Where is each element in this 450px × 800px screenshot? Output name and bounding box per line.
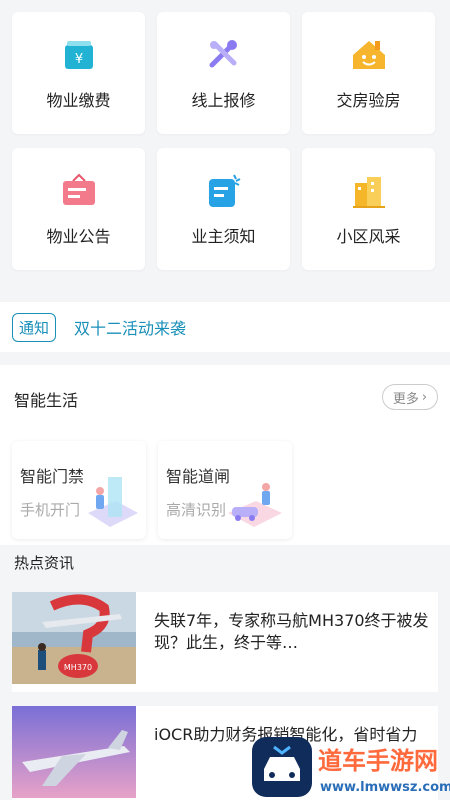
card-subtitle: 手机开门 [20, 501, 81, 519]
card-subtitle: 高清识别 [166, 501, 227, 519]
service-label: 线上报修 [191, 91, 256, 110]
notice-doc-icon [208, 174, 240, 207]
smart-card-access-control[interactable]: 智能门禁 手机开门 [12, 441, 146, 539]
svg-text:¥: ¥ [74, 52, 82, 67]
watermark-url: www.lmwwsz.com [320, 780, 450, 795]
service-tile-repair[interactable]: 线上报修 [157, 12, 290, 134]
service-grid: ¥ 物业缴费 线上报修 交房验房 物业公告 业主须知 小区风采 [0, 12, 450, 270]
service-label: 业主须知 [191, 227, 256, 246]
notice-tag: 通知 [12, 312, 57, 342]
news-thumbnail: MH370 [12, 592, 136, 684]
section-title: 智能生活 [14, 391, 79, 410]
notice-bar[interactable]: 通知 双十二活动来袭 [0, 302, 450, 352]
more-label: 更多 [392, 391, 419, 407]
tools-icon [209, 40, 237, 68]
service-tile-owner-notice[interactable]: 业主须知 [157, 148, 290, 270]
service-label: 小区风采 [336, 227, 401, 246]
service-tile-announcement[interactable]: 物业公告 [12, 148, 145, 270]
news-title: 失联7年，专家称马航MH370终于被发现？此生，终于等… [154, 611, 429, 652]
site-watermark: 道车手游网 www.lmwwsz.com [250, 733, 450, 800]
hot-news-title: 热点资讯 [14, 554, 75, 572]
service-label: 交房验房 [336, 91, 401, 110]
news-thumbnail [12, 706, 136, 798]
service-tile-house-inspection[interactable]: 交房验房 [302, 12, 435, 134]
smart-life-section: 智能生活 更多 › 智能门禁 手机开门 智能道闸 高清识别 [0, 365, 450, 545]
service-tile-community[interactable]: 小区风采 [302, 148, 435, 270]
smart-card-barrier-gate[interactable]: 智能道闸 高清识别 [158, 441, 292, 539]
car-gate-illustration [228, 483, 282, 527]
buildings-icon [352, 177, 385, 208]
news-item[interactable]: MH370 失联7年，专家称马航MH370终于被发现？此生，终于等… [12, 592, 438, 692]
house-smile-icon [352, 41, 385, 69]
chevron-right-icon: › [421, 389, 428, 405]
thumb-text: MH370 [64, 663, 92, 672]
announcement-board-icon [62, 173, 95, 205]
more-button[interactable]: 更多 › [382, 384, 438, 410]
notice-text[interactable]: 双十二活动来袭 [74, 315, 186, 339]
watermark-name: 道车手游网 [318, 747, 438, 775]
service-tile-payment[interactable]: ¥ 物业缴费 [12, 12, 145, 134]
service-label: 物业缴费 [46, 91, 111, 110]
door-person-illustration [88, 477, 138, 527]
service-label: 物业公告 [46, 227, 111, 246]
wallet-yen-icon: ¥ [64, 41, 93, 69]
card-title: 智能门禁 [20, 467, 85, 486]
card-title: 智能道闸 [166, 467, 231, 486]
